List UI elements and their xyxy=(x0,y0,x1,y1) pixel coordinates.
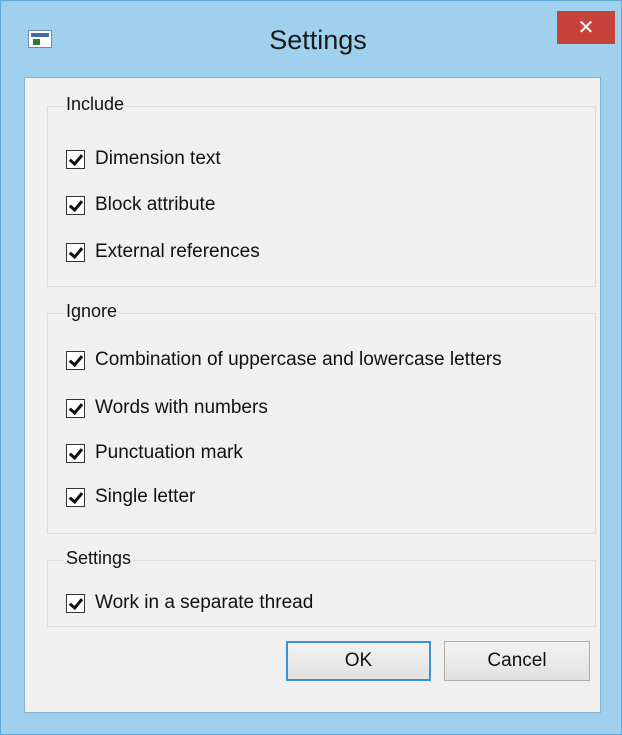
ignore-group-label: Ignore xyxy=(64,301,120,322)
checkbox-box[interactable] xyxy=(66,398,85,418)
checkbox-label[interactable]: Dimension text xyxy=(95,148,221,170)
checkbox-box[interactable] xyxy=(66,149,85,169)
checkbox-external-references[interactable]: External references xyxy=(66,240,260,264)
dialog-client-area: Include Dimension text Block attribute E… xyxy=(24,77,601,713)
checkbox-separate-thread[interactable]: Work in a separate thread xyxy=(66,591,313,615)
checkbox-label[interactable]: Words with numbers xyxy=(95,397,268,419)
checkbox-label[interactable]: Work in a separate thread xyxy=(95,592,313,614)
checkbox-mixed-case[interactable]: Combination of uppercase and lowercase l… xyxy=(66,348,502,372)
checkbox-box[interactable] xyxy=(66,443,85,463)
settings-group: Settings Work in a separate thread xyxy=(47,548,596,627)
checkbox-label[interactable]: Block attribute xyxy=(95,194,215,216)
checkbox-block-attribute[interactable]: Block attribute xyxy=(66,193,215,217)
checkbox-box[interactable] xyxy=(66,242,85,262)
settings-window: Settings ✕ Include Dimension text Block … xyxy=(0,0,622,735)
include-group: Include Dimension text Block attribute E… xyxy=(47,94,596,287)
checkbox-label[interactable]: Punctuation mark xyxy=(95,442,243,464)
checkbox-label[interactable]: Single letter xyxy=(95,486,195,508)
include-group-label: Include xyxy=(64,94,127,115)
checkbox-box[interactable] xyxy=(66,487,85,507)
checkbox-punctuation-mark[interactable]: Punctuation mark xyxy=(66,441,243,465)
checkbox-box[interactable] xyxy=(66,195,85,215)
window-title: Settings xyxy=(269,25,367,55)
checkbox-box[interactable] xyxy=(66,593,85,613)
settings-group-label: Settings xyxy=(64,548,134,569)
checkbox-label[interactable]: Combination of uppercase and lowercase l… xyxy=(95,349,502,371)
checkbox-dimension-text[interactable]: Dimension text xyxy=(66,147,221,171)
checkbox-label[interactable]: External references xyxy=(95,241,260,263)
cancel-button[interactable]: Cancel xyxy=(444,641,590,681)
checkbox-box[interactable] xyxy=(66,350,85,370)
close-button[interactable]: ✕ xyxy=(557,11,615,44)
checkbox-single-letter[interactable]: Single letter xyxy=(66,485,195,509)
checkbox-words-with-numbers[interactable]: Words with numbers xyxy=(66,396,268,420)
ok-button[interactable]: OK xyxy=(286,641,431,681)
ignore-group: Ignore Combination of uppercase and lowe… xyxy=(47,301,596,534)
title-bar[interactable]: Settings ✕ xyxy=(1,1,621,77)
